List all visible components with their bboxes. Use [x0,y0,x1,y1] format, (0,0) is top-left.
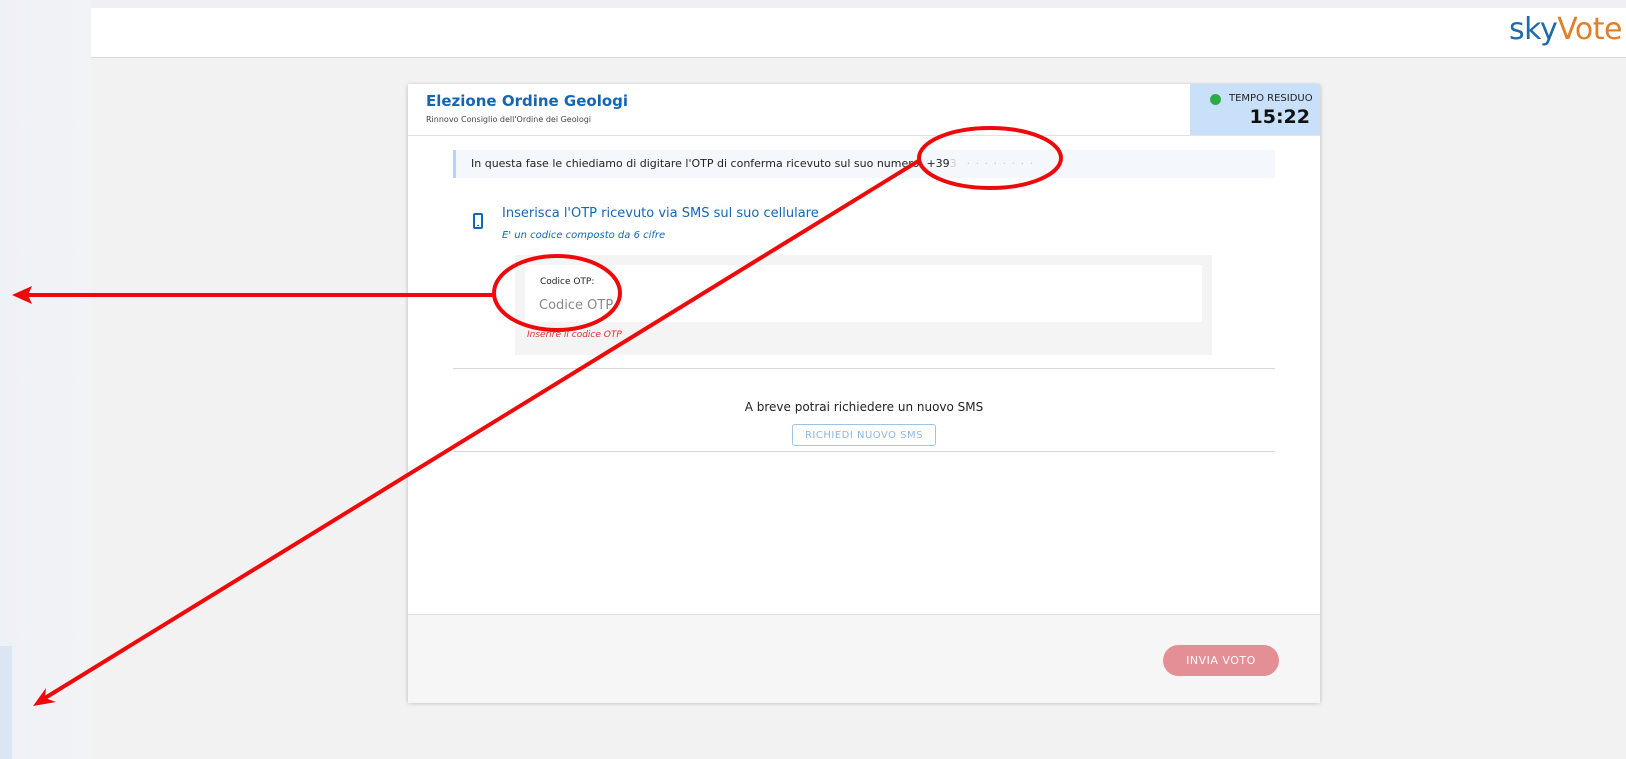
status-dot-icon [1210,94,1221,105]
top-bar: skyVote [91,8,1626,58]
card-footer: INVIA VOTO [408,614,1320,703]
logo-part-sky: sky [1509,12,1558,47]
remaining-time-box: TEMPO RESIDUO 15:22 [1190,84,1320,135]
notice-text: In questa fase le chiediamo di digitare … [471,157,950,170]
otp-hint: E' un codice composto da 6 cifre [502,230,666,241]
timer-value: 15:22 [1249,106,1310,128]
masked-phone-number: 3 · · · · · · · · [949,157,1035,170]
election-subtitle: Rinnovo Consiglio dell'Ordine dei Geolog… [426,115,592,124]
request-new-sms-button[interactable]: RICHIEDI NUOVO SMS [792,424,936,446]
gutter-accent [0,646,12,759]
left-gutter [0,0,91,759]
otp-error-message: Inserire il codice OTP [527,330,622,340]
voting-card: Elezione Ordine Geologi Rinnovo Consigli… [408,84,1320,703]
card-header: Elezione Ordine Geologi Rinnovo Consigli… [408,84,1320,136]
otp-field-label: Codice OTP: [540,277,595,287]
divider-bottom [453,451,1275,452]
skyvote-logo[interactable]: skyVote [1509,12,1622,47]
otp-input[interactable] [539,295,1179,315]
otp-notice: In questa fase le chiediamo di digitare … [453,150,1275,178]
election-title: Elezione Ordine Geologi [426,92,629,110]
divider-top [453,368,1275,369]
otp-panel: Codice OTP: Inserire il codice OTP [515,255,1212,355]
timer-label: TEMPO RESIDUO [1229,93,1313,104]
otp-heading: Inserisca l'OTP ricevuto via SMS sul suo… [502,206,819,221]
otp-field-container: Codice OTP: [525,265,1202,322]
logo-part-vote: Vote [1557,12,1622,47]
resend-info-text: A breve potrai richiedere un nuovo SMS [744,400,984,414]
mobile-phone-icon [473,213,483,229]
submit-vote-button[interactable]: INVIA VOTO [1163,645,1279,676]
